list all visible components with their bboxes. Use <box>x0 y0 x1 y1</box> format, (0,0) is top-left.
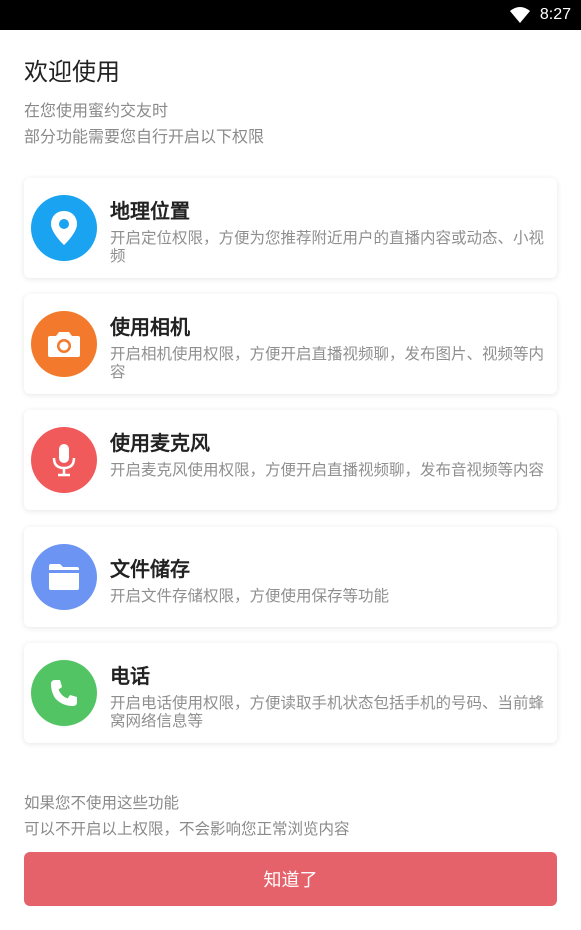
footer-note: 如果您不使用这些功能 可以不开启以上权限，不会影响您正常浏览内容 <box>24 790 350 842</box>
camera-icon <box>48 332 80 357</box>
phone-icon <box>51 680 77 706</box>
wifi-icon <box>509 7 530 23</box>
permission-title: 文件储存 <box>110 557 190 581</box>
phone-icon-circle <box>31 660 97 726</box>
camera-icon-circle <box>31 311 97 377</box>
permission-description: 开启相机使用权限，方便开启直播视频聊，发布图片、视频等内容 <box>110 345 545 381</box>
page-subtitle: 在您使用蜜约交友时 部分功能需要您自行开启以下权限 <box>24 98 264 150</box>
folder-icon-circle <box>31 544 97 610</box>
permission-title: 使用相机 <box>110 315 190 339</box>
microphone-icon-circle <box>31 427 97 493</box>
got-it-button[interactable]: 知道了 <box>24 852 557 906</box>
permission-description: 开启定位权限，方便为您推荐附近用户的直播内容或动态、小视频 <box>110 229 545 265</box>
subtitle-line-1: 在您使用蜜约交友时 <box>24 101 169 120</box>
permission-card-phone: 电话 开启电话使用权限，方便读取手机状态包括手机的号码、当前蜂窝网络信息等 <box>24 643 557 743</box>
note-line-1: 如果您不使用这些功能 <box>24 794 180 812</box>
location-icon-circle <box>31 195 97 261</box>
page-title: 欢迎使用 <box>24 58 120 86</box>
permission-card-camera: 使用相机 开启相机使用权限，方便开启直播视频聊，发布图片、视频等内容 <box>24 294 557 394</box>
permission-title: 使用麦克风 <box>110 431 210 455</box>
microphone-icon <box>52 444 76 477</box>
permission-description: 开启电话使用权限，方便读取手机状态包括手机的号码、当前蜂窝网络信息等 <box>110 694 545 730</box>
permission-card-microphone: 使用麦克风 开启麦克风使用权限，方便开启直播视频聊，发布音视频等内容 <box>24 410 557 510</box>
note-line-2: 可以不开启以上权限，不会影响您正常浏览内容 <box>24 820 350 838</box>
status-time: 8:27 <box>539 6 571 23</box>
permission-card-location: 地理位置 开启定位权限，方便为您推荐附近用户的直播内容或动态、小视频 <box>24 178 557 278</box>
permission-title: 电话 <box>110 664 150 688</box>
permission-title: 地理位置 <box>110 199 190 223</box>
permission-card-storage: 文件储存 开启文件存储权限，方便使用保存等功能 <box>24 527 557 627</box>
permission-description: 开启麦克风使用权限，方便开启直播视频聊，发布音视频等内容 <box>110 461 545 479</box>
location-pin-icon <box>51 211 77 245</box>
permission-description: 开启文件存储权限，方便使用保存等功能 <box>110 587 390 605</box>
status-bar: 8:27 <box>0 0 581 30</box>
folder-icon <box>49 564 79 590</box>
subtitle-line-2: 部分功能需要您自行开启以下权限 <box>24 127 265 146</box>
